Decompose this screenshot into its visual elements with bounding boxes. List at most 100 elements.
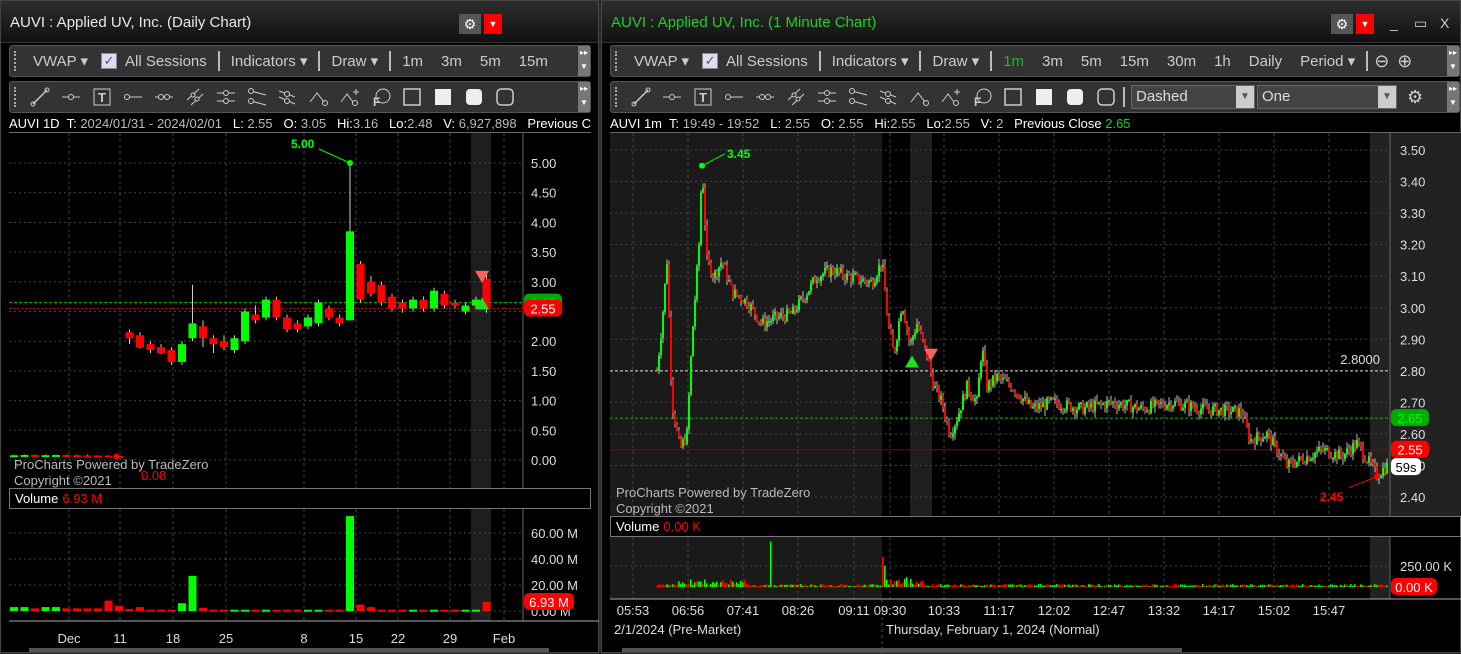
- candle: [670, 316, 672, 380]
- toolbar-grip[interactable]: [615, 87, 625, 107]
- trend-line-icon[interactable]: [628, 84, 654, 110]
- timeframe-5m[interactable]: 5m: [1081, 53, 1102, 70]
- drawing-settings-gear-icon[interactable]: ⚙: [1407, 87, 1423, 108]
- candle: [1256, 432, 1258, 445]
- daily-volume-pane[interactable]: 0.00 M20.00 M40.00 M60.00 M6.93 MDec 11 18…: [1, 509, 599, 654]
- maximize-button[interactable]: ▭: [1414, 15, 1427, 32]
- parallel-channel-icon[interactable]: [783, 84, 809, 110]
- timeframe-1h[interactable]: 1h: [1214, 53, 1231, 70]
- menu-dropdown-button[interactable]: ▼: [1356, 14, 1374, 34]
- volume-bar: [810, 584, 812, 587]
- timeframe-15m[interactable]: 15m: [1120, 53, 1149, 70]
- timeframe-15m[interactable]: 15m: [519, 53, 548, 70]
- extended-line-icon[interactable]: [151, 84, 177, 110]
- text-icon[interactable]: T: [89, 84, 115, 110]
- title-bar[interactable]: AUVI : Applied UV, Inc. (Daily Chart) ⚙ …: [1, 1, 598, 43]
- fib-circle-icon[interactable]: F: [368, 84, 394, 110]
- all-sessions-label[interactable]: All Sessions: [726, 53, 808, 70]
- timeframe-30m[interactable]: 30m: [1167, 53, 1196, 70]
- gann-icon[interactable]: [275, 84, 301, 110]
- rounded-rectangle-icon[interactable]: [1093, 84, 1119, 110]
- toolbar-grip[interactable]: [615, 51, 625, 71]
- candle: [878, 264, 880, 277]
- draw-dropdown[interactable]: Draw ▾: [932, 52, 979, 70]
- trend-line-icon[interactable]: [27, 84, 53, 110]
- volume-bar: [746, 583, 748, 587]
- all-sessions-label[interactable]: All Sessions: [125, 53, 207, 70]
- menu-dropdown-button[interactable]: ▼: [484, 14, 502, 34]
- rectangle-icon[interactable]: [1000, 84, 1026, 110]
- path-icon[interactable]: [306, 84, 332, 110]
- open-value: 3.05: [300, 116, 327, 131]
- volume-bar: [1242, 584, 1244, 587]
- toolbar-overflow-button[interactable]: ▸▸ ▼: [1447, 46, 1459, 76]
- title-bar[interactable]: AUVI : Applied UV, Inc. (1 Minute Chart)…: [602, 1, 1460, 43]
- horizontal-scrollbar[interactable]: [622, 648, 1182, 652]
- fan-icon[interactable]: [845, 84, 871, 110]
- filled-rectangle-icon[interactable]: [430, 84, 456, 110]
- zoom-out-icon[interactable]: ⊖: [1374, 51, 1389, 72]
- volume-bar: [94, 608, 102, 611]
- fan-icon[interactable]: [244, 84, 270, 110]
- volume-bar: [1174, 584, 1176, 587]
- timeframe-daily[interactable]: Daily: [1249, 53, 1282, 70]
- vwap-dropdown[interactable]: VWAP ▾: [33, 52, 88, 70]
- path-icon[interactable]: [907, 84, 933, 110]
- timeframe-3m[interactable]: 3m: [441, 53, 462, 70]
- minute-price-pane[interactable]: 2.402.502.602.702.802.903.003.103.203.30…: [610, 133, 1461, 516]
- daily-price-pane[interactable]: 0.000.501.001.502.002.503.003.504.004.50…: [1, 133, 599, 488]
- volume-bar: [1286, 584, 1288, 587]
- zoom-in-icon[interactable]: ⊕: [1397, 51, 1412, 72]
- minimize-button[interactable]: _: [1390, 15, 1398, 31]
- rounded-rectangle-icon[interactable]: [492, 84, 518, 110]
- line-style-select[interactable]: Dashed ▼: [1131, 85, 1255, 109]
- indicators-dropdown[interactable]: Indicators ▾: [231, 52, 308, 70]
- vwap-dropdown[interactable]: VWAP ▾: [634, 52, 689, 70]
- volume-bar: [788, 584, 790, 587]
- rectangle-icon[interactable]: [399, 84, 425, 110]
- horizontal-scrollbar[interactable]: [29, 648, 549, 652]
- ray-icon[interactable]: [58, 84, 84, 110]
- timeframe-5m[interactable]: 5m: [480, 53, 501, 70]
- ray-icon[interactable]: [659, 84, 685, 110]
- toolbar-overflow-button[interactable]: ▸▸ ▼: [1447, 82, 1459, 112]
- path-add-icon[interactable]: [337, 84, 363, 110]
- fibonacci-icon[interactable]: [213, 84, 239, 110]
- fib-circle-icon[interactable]: F: [969, 84, 995, 110]
- toolbar-overflow-button[interactable]: ▸▸ ▼: [578, 46, 590, 76]
- toolbar-grip[interactable]: [14, 87, 24, 107]
- horizontal-line-icon[interactable]: [721, 84, 747, 110]
- timeframe-3m[interactable]: 3m: [1042, 53, 1063, 70]
- toolbar-overflow-button[interactable]: ▸▸ ▼: [578, 82, 590, 112]
- candle: [430, 290, 438, 309]
- volume-bar: [868, 584, 870, 587]
- volume-bar: [1130, 584, 1132, 587]
- rounded-filled-rectangle-icon[interactable]: [461, 84, 487, 110]
- volume-bar: [356, 604, 365, 611]
- fibonacci-icon[interactable]: [814, 84, 840, 110]
- filled-rectangle-icon[interactable]: [1031, 84, 1057, 110]
- candle: [1038, 403, 1040, 409]
- volume-bar: [774, 585, 776, 587]
- period-dropdown[interactable]: Period ▾: [1300, 52, 1355, 70]
- gear-icon[interactable]: ⚙: [459, 14, 481, 34]
- gann-icon[interactable]: [876, 84, 902, 110]
- close-button[interactable]: X: [1440, 15, 1449, 31]
- draw-dropdown[interactable]: Draw ▾: [331, 52, 378, 70]
- timeframe-1m[interactable]: 1m: [1003, 53, 1024, 70]
- extended-line-icon[interactable]: [752, 84, 778, 110]
- timeframe-1m[interactable]: 1m: [402, 53, 423, 70]
- line-count-select[interactable]: One ▼: [1257, 85, 1397, 109]
- horizontal-line-icon[interactable]: [120, 84, 146, 110]
- candle: [778, 316, 780, 318]
- parallel-channel-icon[interactable]: [182, 84, 208, 110]
- text-icon[interactable]: T: [690, 84, 716, 110]
- all-sessions-checkbox[interactable]: ✓: [702, 53, 719, 69]
- toolbar-grip[interactable]: [14, 51, 24, 71]
- path-add-icon[interactable]: [938, 84, 964, 110]
- rounded-filled-rectangle-icon[interactable]: [1062, 84, 1088, 110]
- all-sessions-checkbox[interactable]: ✓: [101, 53, 118, 69]
- volume-bar: [956, 585, 958, 587]
- indicators-dropdown[interactable]: Indicators ▾: [832, 52, 909, 70]
- gear-icon[interactable]: ⚙: [1331, 14, 1353, 34]
